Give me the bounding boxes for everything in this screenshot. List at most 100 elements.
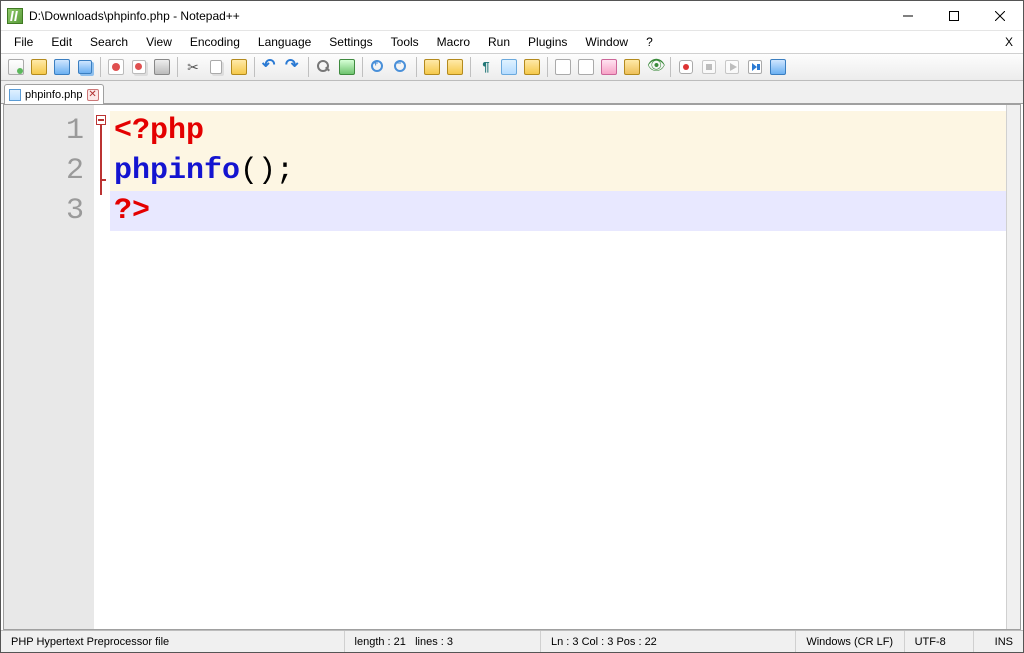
menu-window[interactable]: Window xyxy=(576,33,637,51)
status-eol[interactable]: Windows (CR LF) xyxy=(796,631,904,652)
macro-save-button[interactable] xyxy=(767,56,789,78)
open-file-button[interactable] xyxy=(28,56,50,78)
maximize-button[interactable] xyxy=(931,1,977,30)
menu-settings[interactable]: Settings xyxy=(320,33,381,51)
sync-scroll-icon xyxy=(424,59,440,75)
save-button[interactable] xyxy=(51,56,73,78)
menu-run[interactable]: Run xyxy=(479,33,519,51)
minimize-button[interactable] xyxy=(885,1,931,30)
macro-record-button[interactable] xyxy=(675,56,697,78)
zoom-in-icon xyxy=(370,59,386,75)
macro-play-multi-button[interactable] xyxy=(744,56,766,78)
fold-column[interactable] xyxy=(94,105,110,629)
new-file-button[interactable] xyxy=(5,56,27,78)
menu-tools[interactable]: Tools xyxy=(382,33,428,51)
close-button[interactable] xyxy=(977,1,1023,30)
monitoring-button[interactable]: 👁 xyxy=(644,56,666,78)
fold-line xyxy=(100,155,102,195)
menubar: File Edit Search View Encoding Language … xyxy=(1,31,1023,53)
cut-icon: ✂ xyxy=(185,59,201,75)
code-area[interactable]: <?php phpinfo(); ?> xyxy=(110,105,1006,629)
status-length-lines: length : 21 lines : 3 xyxy=(345,631,541,652)
new-file-icon xyxy=(8,59,24,75)
doc-list-icon xyxy=(578,59,594,75)
paste-button[interactable] xyxy=(228,56,250,78)
titlebar: D:\Downloads\phpinfo.php - Notepad++ xyxy=(1,1,1023,31)
menu-edit[interactable]: Edit xyxy=(42,33,81,51)
save-all-button[interactable] xyxy=(74,56,96,78)
find-button[interactable] xyxy=(313,56,335,78)
play-icon xyxy=(725,60,739,74)
find-icon xyxy=(316,59,332,75)
status-insert-mode[interactable]: INS xyxy=(974,631,1023,652)
menubar-close-doc[interactable]: X xyxy=(999,35,1019,49)
menu-macro[interactable]: Macro xyxy=(428,33,479,51)
status-length: length : 21 xyxy=(355,636,406,648)
lang-icon xyxy=(524,59,540,75)
word-wrap-button[interactable] xyxy=(444,56,466,78)
line-number: 1 xyxy=(4,111,84,151)
window-controls xyxy=(885,1,1023,30)
status-filetype: PHP Hypertext Preprocessor file xyxy=(1,631,345,652)
macro-play-button[interactable] xyxy=(721,56,743,78)
zoom-out-button[interactable] xyxy=(390,56,412,78)
editor[interactable]: 1 2 3 <?php phpinfo(); ?> xyxy=(3,104,1021,630)
print-icon xyxy=(154,59,170,75)
tab-label: phpinfo.php xyxy=(25,89,83,101)
doc-list-button[interactable] xyxy=(575,56,597,78)
toolbar-separator xyxy=(308,57,309,77)
tab-phpinfo[interactable]: phpinfo.php ✕ xyxy=(4,84,104,104)
cut-button[interactable]: ✂ xyxy=(182,56,204,78)
open-folder-icon xyxy=(31,59,47,75)
menu-encoding[interactable]: Encoding xyxy=(181,33,249,51)
close-all-button[interactable] xyxy=(128,56,150,78)
folder-icon xyxy=(624,59,640,75)
file-icon xyxy=(9,89,21,101)
toolbar-separator xyxy=(254,57,255,77)
toolbar-separator xyxy=(670,57,671,77)
parens: () xyxy=(240,151,276,191)
menu-view[interactable]: View xyxy=(137,33,181,51)
close-all-icon xyxy=(132,60,146,74)
tab-close-icon[interactable]: ✕ xyxy=(87,89,99,101)
fold-line xyxy=(100,125,102,155)
undo-button[interactable]: ↶ xyxy=(259,56,281,78)
redo-button[interactable]: ↷ xyxy=(282,56,304,78)
toolbar-separator xyxy=(547,57,548,77)
menu-language[interactable]: Language xyxy=(249,33,320,51)
macro-stop-button[interactable] xyxy=(698,56,720,78)
fold-toggle-icon[interactable] xyxy=(96,115,106,125)
replace-button[interactable] xyxy=(336,56,358,78)
indent-guide-button[interactable] xyxy=(498,56,520,78)
replace-icon xyxy=(339,59,355,75)
menu-help[interactable]: ? xyxy=(637,33,662,51)
code-line-2[interactable]: phpinfo(); xyxy=(110,151,1006,191)
window-title: D:\Downloads\phpinfo.php - Notepad++ xyxy=(29,9,240,23)
menu-plugins[interactable]: Plugins xyxy=(519,33,576,51)
sync-vscroll-button[interactable] xyxy=(421,56,443,78)
folder-workspace-button[interactable] xyxy=(621,56,643,78)
copy-button[interactable] xyxy=(205,56,227,78)
code-line-1[interactable]: <?php xyxy=(110,111,1006,151)
user-lang-button[interactable] xyxy=(521,56,543,78)
menu-search[interactable]: Search xyxy=(81,33,137,51)
save-icon xyxy=(54,59,70,75)
undo-icon: ↶ xyxy=(262,59,278,75)
line-number: 2 xyxy=(4,151,84,191)
code-line-3-current[interactable]: ?> xyxy=(110,191,1006,231)
function-list-icon xyxy=(601,59,617,75)
vertical-scrollbar[interactable] xyxy=(1006,105,1020,629)
print-button[interactable] xyxy=(151,56,173,78)
copy-icon xyxy=(210,60,222,74)
menu-file[interactable]: File xyxy=(5,33,42,51)
doc-map-button[interactable] xyxy=(552,56,574,78)
word-wrap-icon xyxy=(447,59,463,75)
app-icon xyxy=(7,8,23,24)
php-close-tag: ?> xyxy=(114,191,150,231)
zoom-in-button[interactable] xyxy=(367,56,389,78)
close-file-button[interactable] xyxy=(105,56,127,78)
show-all-chars-button[interactable]: ¶ xyxy=(475,56,497,78)
status-encoding[interactable]: UTF-8 xyxy=(905,631,974,652)
function-list-button[interactable] xyxy=(598,56,620,78)
status-lines: lines : 3 xyxy=(415,636,453,648)
